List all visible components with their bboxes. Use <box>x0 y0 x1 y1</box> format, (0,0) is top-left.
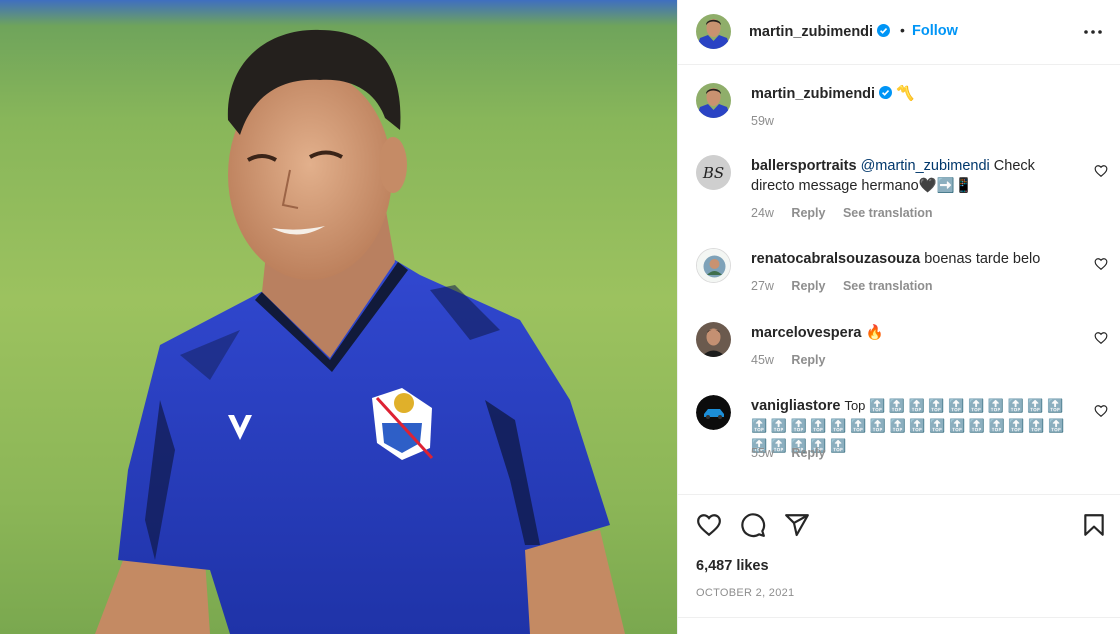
post-header: martin_zubimendi • Follow <box>678 0 1120 65</box>
comment-body: boenas tarde belo <box>924 251 1041 267</box>
commenter-avatar-initials: BS <box>702 164 724 182</box>
comment-time[interactable]: 45w <box>751 353 774 367</box>
post-date: OCTOBER 2, 2021 <box>696 587 795 599</box>
comment-meta: 27w Reply See translation <box>751 279 947 293</box>
author-name-row[interactable]: martin_zubimendi <box>749 23 891 41</box>
comment-heart-icon[interactable] <box>1094 164 1108 178</box>
reply-button[interactable]: Reply <box>791 353 825 367</box>
comment-text: ballersportraits @martin_zubimendi Check … <box>751 156 1081 196</box>
comment-meta: 55w Reply <box>751 446 839 460</box>
heart-icon[interactable] <box>696 512 722 538</box>
likes-count[interactable]: 6,487 likes <box>696 558 769 574</box>
comment-text: renatocabralsouzasouza boenas tarde belo <box>751 249 1081 269</box>
caption: martin_zubimendi 〽️ 59w <box>678 82 1120 142</box>
comment-username[interactable]: ballersportraits <box>751 158 857 174</box>
see-translation-button[interactable]: See translation <box>843 206 933 220</box>
follow-button[interactable]: Follow <box>912 23 958 39</box>
comment-item: marcelovespera 🔥 45w Reply <box>678 320 1120 380</box>
comment-username[interactable]: vanigliastore <box>751 398 840 414</box>
comment-icon[interactable] <box>740 512 766 538</box>
comment-meta: 24w Reply See translation <box>751 206 947 220</box>
caption-body: 〽️ <box>896 86 915 102</box>
commenter-avatar[interactable] <box>696 395 731 430</box>
comment-item: vanigliastore Top 🔝 🔝 🔝 🔝 🔝 🔝 🔝 🔝 🔝 🔝 🔝 🔝… <box>678 393 1120 473</box>
comment-text: marcelovespera 🔥 <box>751 323 1081 343</box>
comment-item: BS ballersportraits @martin_zubimendi Che… <box>678 150 1120 230</box>
comment-time[interactable]: 24w <box>751 206 774 220</box>
comment-heart-icon[interactable] <box>1094 331 1108 345</box>
post-photo[interactable] <box>0 0 677 634</box>
post-actions: 6,487 likes OCTOBER 2, 2021 <box>678 494 1120 634</box>
verified-icon <box>877 24 891 37</box>
comment-body: 🔥 <box>865 325 884 341</box>
comment-time[interactable]: 55w <box>751 446 774 460</box>
player-photo <box>95 29 625 634</box>
more-icon[interactable] <box>1081 20 1105 44</box>
caption-username[interactable]: martin_zubimendi <box>751 86 875 102</box>
bookmark-icon[interactable] <box>1081 512 1107 538</box>
comment-heart-icon[interactable] <box>1094 257 1108 271</box>
separator-dot: • <box>900 22 905 38</box>
reply-button[interactable]: Reply <box>791 279 825 293</box>
comment-mention[interactable]: @martin_zubimendi <box>861 158 990 174</box>
divider <box>678 617 1120 618</box>
comment-meta: 45w Reply <box>751 353 839 367</box>
caption-meta: 59w <box>751 114 788 128</box>
author-avatar[interactable] <box>696 83 731 118</box>
comment-username[interactable]: renatocabralsouzasouza <box>751 251 920 267</box>
caption-time[interactable]: 59w <box>751 114 774 128</box>
caption-text: martin_zubimendi 〽️ <box>751 84 1081 104</box>
comments-list[interactable]: martin_zubimendi 〽️ 59w BS ballersportrai… <box>678 66 1120 494</box>
comment-time[interactable]: 27w <box>751 279 774 293</box>
commenter-avatar[interactable] <box>696 248 731 283</box>
commenter-avatar[interactable]: BS <box>696 155 731 190</box>
share-icon[interactable] <box>784 512 810 538</box>
author-avatar[interactable] <box>696 14 731 49</box>
comment-item: renatocabralsouzasouza boenas tarde belo … <box>678 246 1120 306</box>
reply-button[interactable]: Reply <box>791 446 825 460</box>
verified-icon <box>879 86 893 99</box>
author-username[interactable]: martin_zubimendi <box>749 24 873 40</box>
post-panel: martin_zubimendi • Follow martin_zubimen… <box>677 0 1120 634</box>
comment-heart-icon[interactable] <box>1094 404 1108 418</box>
comment-username[interactable]: marcelovespera <box>751 325 861 341</box>
see-translation-button[interactable]: See translation <box>843 279 933 293</box>
reply-button[interactable]: Reply <box>791 206 825 220</box>
commenter-avatar[interactable] <box>696 322 731 357</box>
